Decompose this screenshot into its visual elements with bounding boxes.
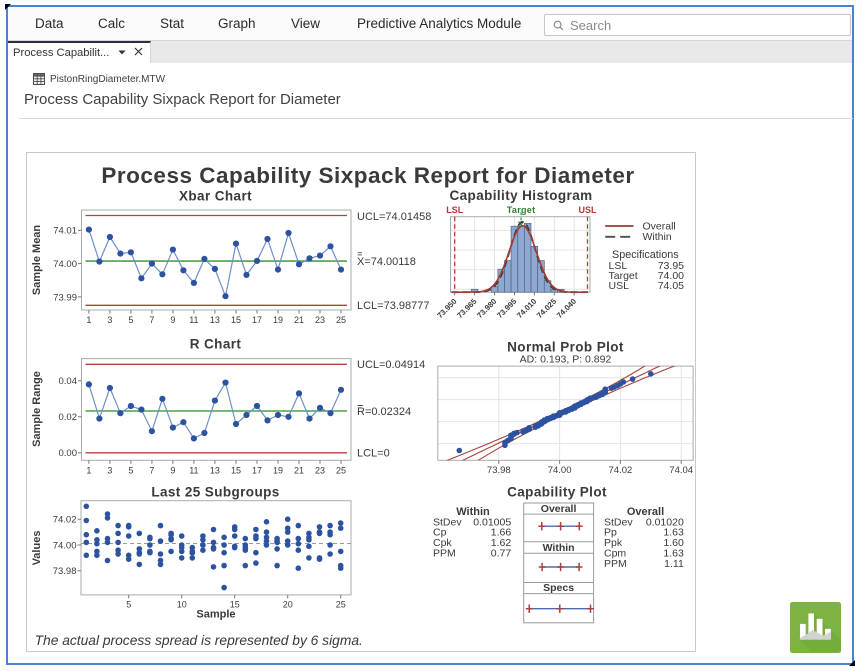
svg-text:LCL=73.98777: LCL=73.98777 xyxy=(357,300,429,312)
svg-text:0.04: 0.04 xyxy=(59,376,78,387)
svg-text:The actual process spread is r: The actual process spread is represented… xyxy=(35,633,363,648)
svg-text:19: 19 xyxy=(273,465,283,475)
svg-text:25: 25 xyxy=(336,599,346,609)
svg-text:73.98: 73.98 xyxy=(53,566,77,577)
svg-text:25: 25 xyxy=(336,315,346,325)
svg-text:Specs: Specs xyxy=(543,582,574,594)
svg-text:1.11: 1.11 xyxy=(664,558,684,570)
svg-text:74.00: 74.00 xyxy=(53,259,77,270)
svg-text:74.01: 74.01 xyxy=(53,226,77,237)
svg-text:PPM: PPM xyxy=(604,558,627,570)
svg-text:AD: 0.193, P: 0.892: AD: 0.193, P: 0.892 xyxy=(520,353,612,365)
svg-text:Xbar Chart: Xbar Chart xyxy=(179,189,252,204)
svg-text:5: 5 xyxy=(126,599,131,609)
svg-text:USL: USL xyxy=(579,205,598,215)
svg-text:74.00: 74.00 xyxy=(548,465,572,476)
svg-text:0.00: 0.00 xyxy=(59,448,78,459)
svg-text:Overall: Overall xyxy=(541,503,577,515)
svg-text:3: 3 xyxy=(107,465,112,475)
svg-text:13: 13 xyxy=(210,465,220,475)
svg-text:Normal Prob Plot: Normal Prob Plot xyxy=(507,340,624,355)
svg-text:Sample Range: Sample Range xyxy=(31,371,43,447)
svg-text:13: 13 xyxy=(210,315,220,325)
svg-text:UCL=74.01458: UCL=74.01458 xyxy=(357,211,431,223)
svg-text:74.02: 74.02 xyxy=(53,515,77,526)
svg-text:73.98: 73.98 xyxy=(487,465,511,476)
svg-text:Values: Values xyxy=(31,531,43,566)
svg-text:23: 23 xyxy=(315,465,325,475)
svg-text:Capability Histogram: Capability Histogram xyxy=(449,188,592,203)
svg-text:74.00: 74.00 xyxy=(53,540,77,551)
svg-text:74.02: 74.02 xyxy=(609,465,633,476)
svg-text:19: 19 xyxy=(273,315,283,325)
svg-text:15: 15 xyxy=(231,465,241,475)
svg-text:15: 15 xyxy=(231,315,241,325)
svg-text:Sample Mean: Sample Mean xyxy=(31,225,43,296)
svg-text:0.77: 0.77 xyxy=(491,548,512,560)
svg-text:17: 17 xyxy=(252,465,262,475)
svg-text:3: 3 xyxy=(107,315,112,325)
svg-text:USL: USL xyxy=(609,280,630,292)
svg-text:R=0.02324: R=0.02324 xyxy=(357,406,411,418)
svg-text:Sample: Sample xyxy=(196,609,235,621)
svg-text:Within: Within xyxy=(643,231,672,243)
svg-text:9: 9 xyxy=(170,465,175,475)
svg-text:LCL=0: LCL=0 xyxy=(357,448,390,460)
svg-text:1: 1 xyxy=(86,315,91,325)
svg-text:LSL: LSL xyxy=(446,205,464,215)
svg-text:UCL=0.04914: UCL=0.04914 xyxy=(357,359,425,371)
svg-text:21: 21 xyxy=(294,315,304,325)
svg-text:1: 1 xyxy=(86,465,91,475)
svg-text:17: 17 xyxy=(252,315,262,325)
svg-text:11: 11 xyxy=(189,465,198,475)
svg-text:21: 21 xyxy=(294,465,304,475)
svg-text:PPM: PPM xyxy=(433,548,456,560)
svg-text:Capability Plot: Capability Plot xyxy=(507,484,607,499)
svg-text:10: 10 xyxy=(177,599,187,609)
svg-text:5: 5 xyxy=(128,465,133,475)
svg-text:X=74.00118: X=74.00118 xyxy=(357,256,416,268)
svg-text:7: 7 xyxy=(149,315,154,325)
svg-text:Last 25 Subgroups: Last 25 Subgroups xyxy=(151,485,279,500)
svg-text:0.02: 0.02 xyxy=(59,412,78,423)
svg-text:Within: Within xyxy=(543,542,575,554)
svg-text:74.05: 74.05 xyxy=(658,280,684,292)
svg-text:23: 23 xyxy=(315,315,325,325)
svg-text:9: 9 xyxy=(170,315,175,325)
svg-text:11: 11 xyxy=(189,315,198,325)
svg-text:74.04: 74.04 xyxy=(669,465,693,476)
svg-text:R Chart: R Chart xyxy=(190,337,242,352)
svg-text:Process Capability Sixpack Rep: Process Capability Sixpack Report for Di… xyxy=(101,163,634,188)
svg-text:25: 25 xyxy=(336,465,346,475)
svg-text:5: 5 xyxy=(128,315,133,325)
svg-text:20: 20 xyxy=(283,599,293,609)
svg-text:7: 7 xyxy=(149,465,154,475)
svg-text:Target: Target xyxy=(507,205,536,215)
svg-text:73.99: 73.99 xyxy=(53,292,77,303)
